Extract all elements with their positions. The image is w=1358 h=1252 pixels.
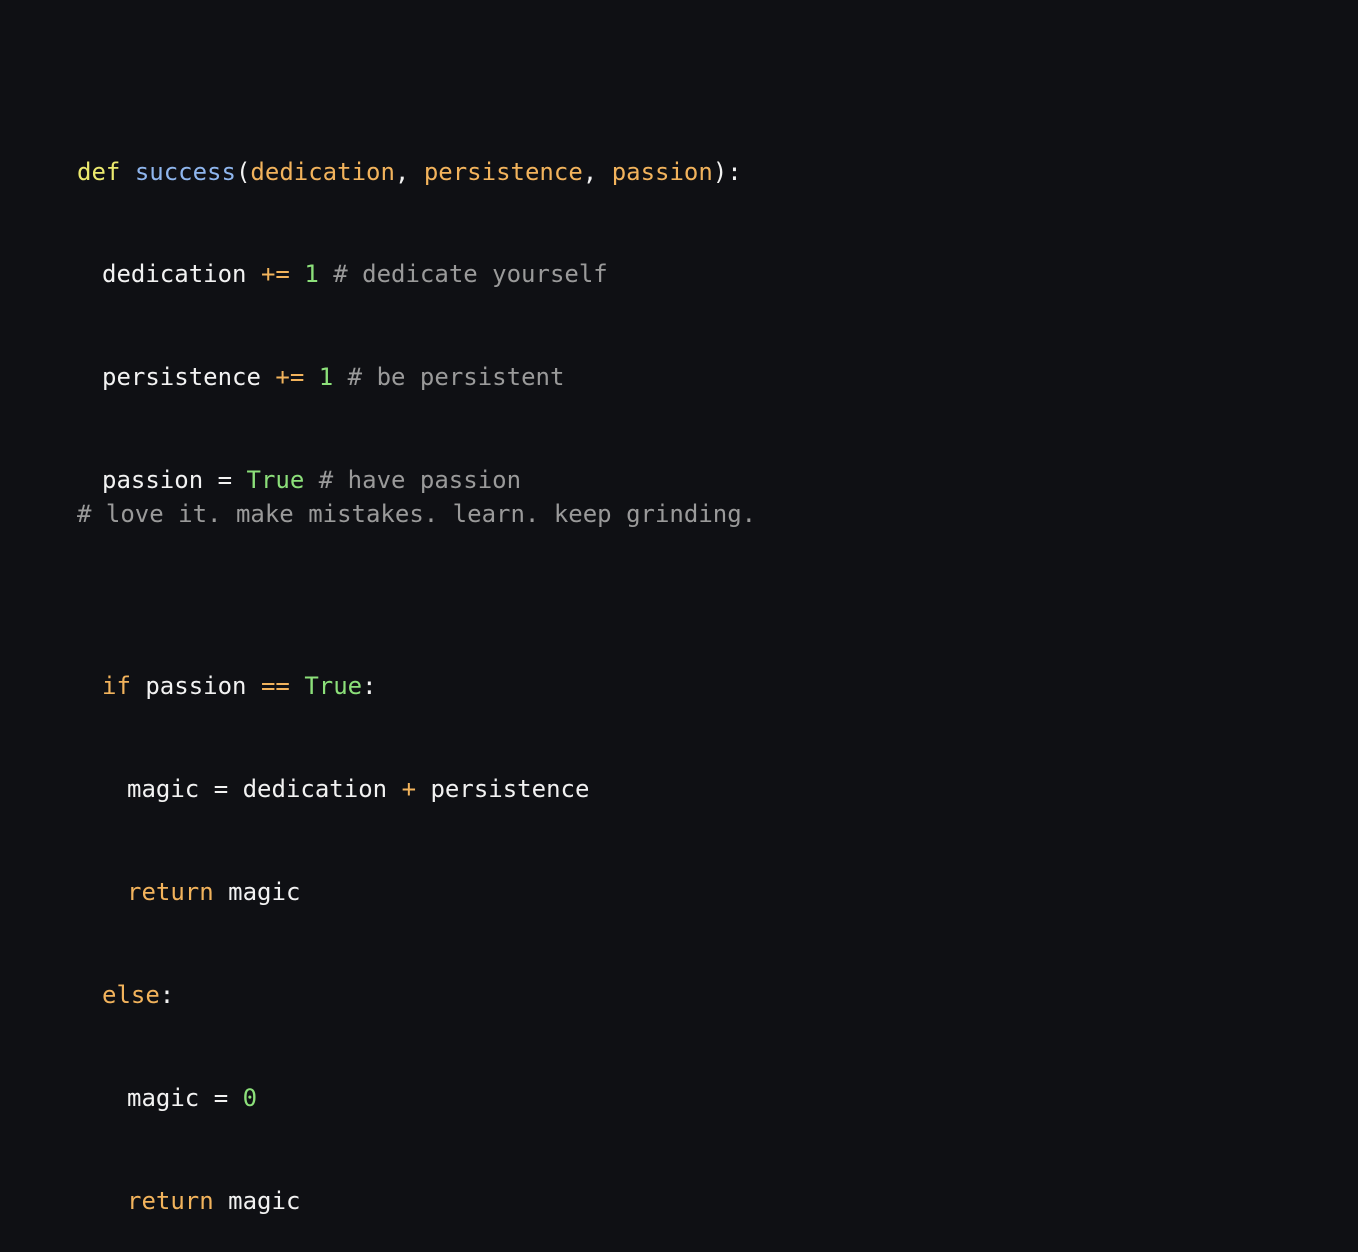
var-dedication: dedication <box>102 260 247 289</box>
colon: : <box>159 980 175 1009</box>
operator: = <box>217 466 233 495</box>
keyword-return: return <box>127 877 214 906</box>
param-dedication: dedication <box>250 157 395 186</box>
code-block: def success(dedication, persistence, pas… <box>77 86 742 1252</box>
var-passion: passion <box>102 466 204 495</box>
inline-comment: # dedicate yourself <box>333 260 608 289</box>
number-literal: 1 <box>304 260 319 289</box>
code-line-passion: passion = True # have passion <box>77 463 742 497</box>
open-paren: ( <box>235 157 251 186</box>
code-line-def: def success(dedication, persistence, pas… <box>77 155 742 189</box>
bool-literal: True <box>304 672 363 701</box>
function-name: success <box>134 157 236 186</box>
var-persistence: persistence <box>102 363 261 392</box>
code-line-dedication: dedication += 1 # dedicate yourself <box>77 257 742 291</box>
operator: += <box>260 260 290 289</box>
operator: == <box>260 672 290 701</box>
param-persistence: persistence <box>423 157 583 186</box>
close-paren: ): <box>712 157 742 186</box>
code-line-if: if passion == True: <box>77 669 742 703</box>
keyword-def: def <box>77 157 121 186</box>
var-magic: magic <box>228 1186 301 1215</box>
inline-comment: # have passion <box>318 466 522 495</box>
operator: = <box>213 774 229 803</box>
operator: = <box>213 1083 229 1112</box>
var-magic: magic <box>127 1083 200 1112</box>
code-line-persistence: persistence += 1 # be persistent <box>77 360 742 394</box>
bool-literal: True <box>246 466 305 495</box>
number-literal: 1 <box>318 363 334 392</box>
keyword-else: else <box>102 980 160 1009</box>
plus-operator: + <box>401 774 417 803</box>
var-dedication: dedication <box>242 774 388 803</box>
var-passion: passion <box>145 672 247 701</box>
var-magic: magic <box>127 774 200 803</box>
code-line-else: else: <box>77 978 742 1012</box>
code-line-magic-zero: magic = 0 <box>77 1081 742 1115</box>
code-line-return: return magic <box>77 1184 742 1218</box>
code-line-return: return magic <box>77 875 742 909</box>
operator: += <box>275 363 305 392</box>
param-passion: passion <box>611 157 713 186</box>
inline-comment: # be persistent <box>347 363 565 392</box>
comma: , <box>394 157 424 186</box>
keyword-if: if <box>102 672 131 701</box>
number-literal: 0 <box>242 1083 258 1112</box>
footer-comment: # love it. make mistakes. learn. keep gr… <box>77 500 757 528</box>
var-persistence: persistence <box>430 774 590 803</box>
code-line-magic-sum: magic = dedication + persistence <box>77 772 742 806</box>
var-magic: magic <box>228 877 301 906</box>
keyword-return: return <box>127 1186 214 1215</box>
comma: , <box>582 157 612 186</box>
colon: : <box>362 672 377 701</box>
